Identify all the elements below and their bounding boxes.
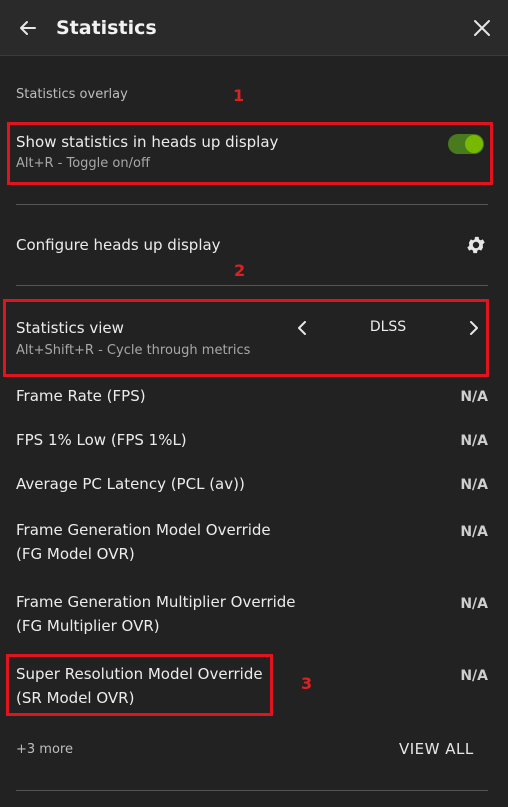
divider — [16, 790, 488, 791]
statistics-view-subtitle: Alt+Shift+R - Cycle through metrics — [16, 343, 251, 358]
annotation-2: 2 — [234, 261, 246, 280]
statistics-panel: Statistics Statistics overlay 1 Show sta… — [0, 0, 508, 807]
view-all-button[interactable]: VIEW ALL — [399, 740, 474, 758]
gear-icon[interactable] — [465, 234, 487, 256]
metric-name-abbrev: (FG Model OVR) — [16, 545, 135, 563]
cycle-next-button[interactable] — [465, 318, 483, 338]
page-title: Statistics — [56, 17, 157, 39]
back-button[interactable] — [14, 14, 42, 42]
metric-name: Frame Generation Multiplier Override — [16, 593, 296, 611]
annotation-3: 3 — [301, 674, 313, 693]
section-label-statistics-overlay: Statistics overlay — [16, 87, 128, 102]
hud-toggle-subtitle: Alt+R - Toggle on/off — [16, 156, 150, 171]
metric-name: Frame Generation Model Override — [16, 521, 271, 539]
more-count: +3 more — [16, 742, 73, 757]
metric-value: N/A — [460, 596, 488, 612]
divider — [16, 204, 488, 205]
metric-value: N/A — [460, 433, 488, 449]
metric-value: N/A — [460, 668, 488, 684]
metric-name: Average PC Latency (PCL (av)) — [16, 475, 245, 493]
hud-toggle-title: Show statistics in heads up display — [16, 133, 279, 151]
hud-toggle-switch[interactable] — [448, 134, 484, 154]
arrow-left-icon — [20, 21, 36, 35]
panel-header: Statistics — [0, 0, 508, 56]
metric-name-abbrev: (SR Model OVR) — [16, 689, 135, 707]
metric-name: FPS 1% Low (FPS 1%L) — [16, 431, 187, 449]
statistics-view-value: DLSS — [369, 319, 407, 335]
configure-hud-label[interactable]: Configure heads up display — [16, 234, 221, 256]
divider — [16, 285, 488, 286]
toggle-knob — [465, 135, 483, 153]
metric-value: N/A — [460, 477, 488, 493]
statistics-view-title: Statistics view — [16, 319, 124, 337]
close-button[interactable] — [468, 14, 496, 42]
chevron-right-icon — [470, 321, 478, 335]
annotation-1: 1 — [233, 86, 245, 105]
close-icon — [474, 20, 490, 36]
cycle-previous-button[interactable] — [293, 318, 311, 338]
metric-value: N/A — [460, 524, 488, 540]
metric-name-abbrev: (FG Multiplier OVR) — [16, 617, 160, 635]
metric-name: Super Resolution Model Override — [16, 665, 263, 683]
metric-name: Frame Rate (FPS) — [16, 387, 146, 405]
metric-value: N/A — [460, 389, 488, 405]
chevron-left-icon — [298, 321, 306, 335]
